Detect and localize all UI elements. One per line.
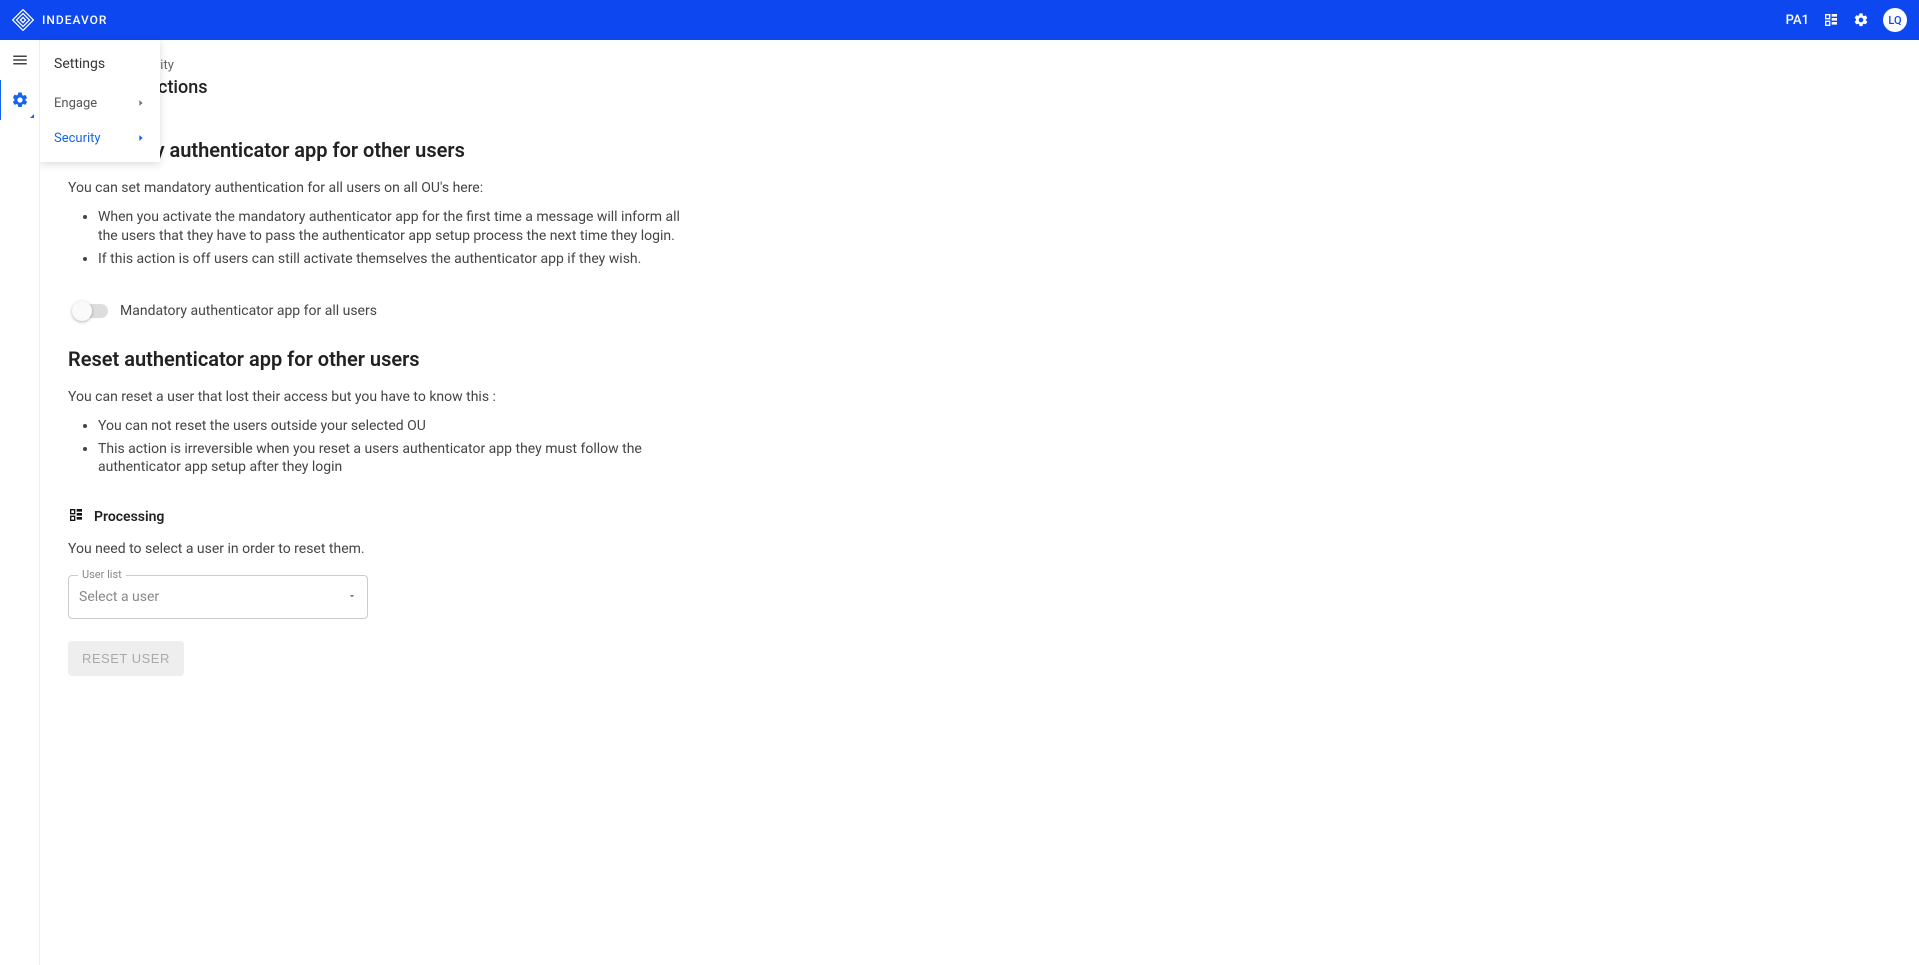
user-list-select[interactable]: Select a user [68,575,368,619]
breadcrumb: Settings / Security [68,58,1891,73]
list-item: If this action is off users can still ac… [98,250,698,269]
settings-flyout: Settings Engage Security [40,40,160,162]
dropdown-arrow-icon [347,589,357,605]
mandatory-bullets: When you activate the mandatory authenti… [98,208,698,269]
toggle-mandatory-auth[interactable] [74,304,108,318]
brand-logo-icon [12,9,34,31]
topbar: INDEAVOR PA1 LQ [0,0,1919,40]
org-icon[interactable] [1823,12,1839,28]
mandatory-intro: You can set mandatory authentication for… [68,180,1891,196]
ou-label: Processing [94,509,164,525]
menu-toggle-button[interactable] [0,40,40,80]
flyout-item-security[interactable]: Security [40,121,160,156]
list-item: This action is irreversible when you res… [98,440,698,478]
brand: INDEAVOR [12,9,1786,31]
reset-bullets: You can not reset the users outside your… [98,417,698,478]
chevron-right-icon [136,97,146,111]
chevron-right-icon [136,132,146,146]
reset-user-button[interactable]: RESET USER [68,641,184,676]
flyout-item-label: Security [54,131,101,146]
user-list-field-label: User list [78,568,126,581]
heading-mandatory-auth: Mandatory authenticator app for other us… [68,138,1891,162]
flyout-item-engage[interactable]: Engage [40,86,160,121]
rail-item-settings[interactable] [0,80,38,120]
flyout-title: Settings [40,48,160,86]
env-label: PA1 [1786,13,1809,28]
toggle-mandatory-auth-label: Mandatory authenticator app for all user… [120,303,377,319]
left-rail [0,40,40,965]
topbar-right: PA1 LQ [1786,8,1907,32]
page-subtitle: cator app actions [68,77,1891,98]
brand-name: INDEAVOR [42,13,108,27]
reset-intro: You can reset a user that lost their acc… [68,389,1891,405]
gear-icon[interactable] [1853,12,1869,28]
main-content: Settings / Security cator app actions Ma… [40,40,1919,965]
reset-select-hint: You need to select a user in order to re… [68,541,1891,557]
avatar[interactable]: LQ [1883,8,1907,32]
list-item: When you activate the mandatory authenti… [98,208,698,246]
ou-row: Processing [68,507,1891,527]
flyout-item-label: Engage [54,96,97,111]
list-item: You can not reset the users outside your… [98,417,698,436]
user-list-placeholder: Select a user [79,589,159,605]
heading-reset-auth: Reset authenticator app for other users [68,347,1891,371]
org-icon [68,507,84,527]
